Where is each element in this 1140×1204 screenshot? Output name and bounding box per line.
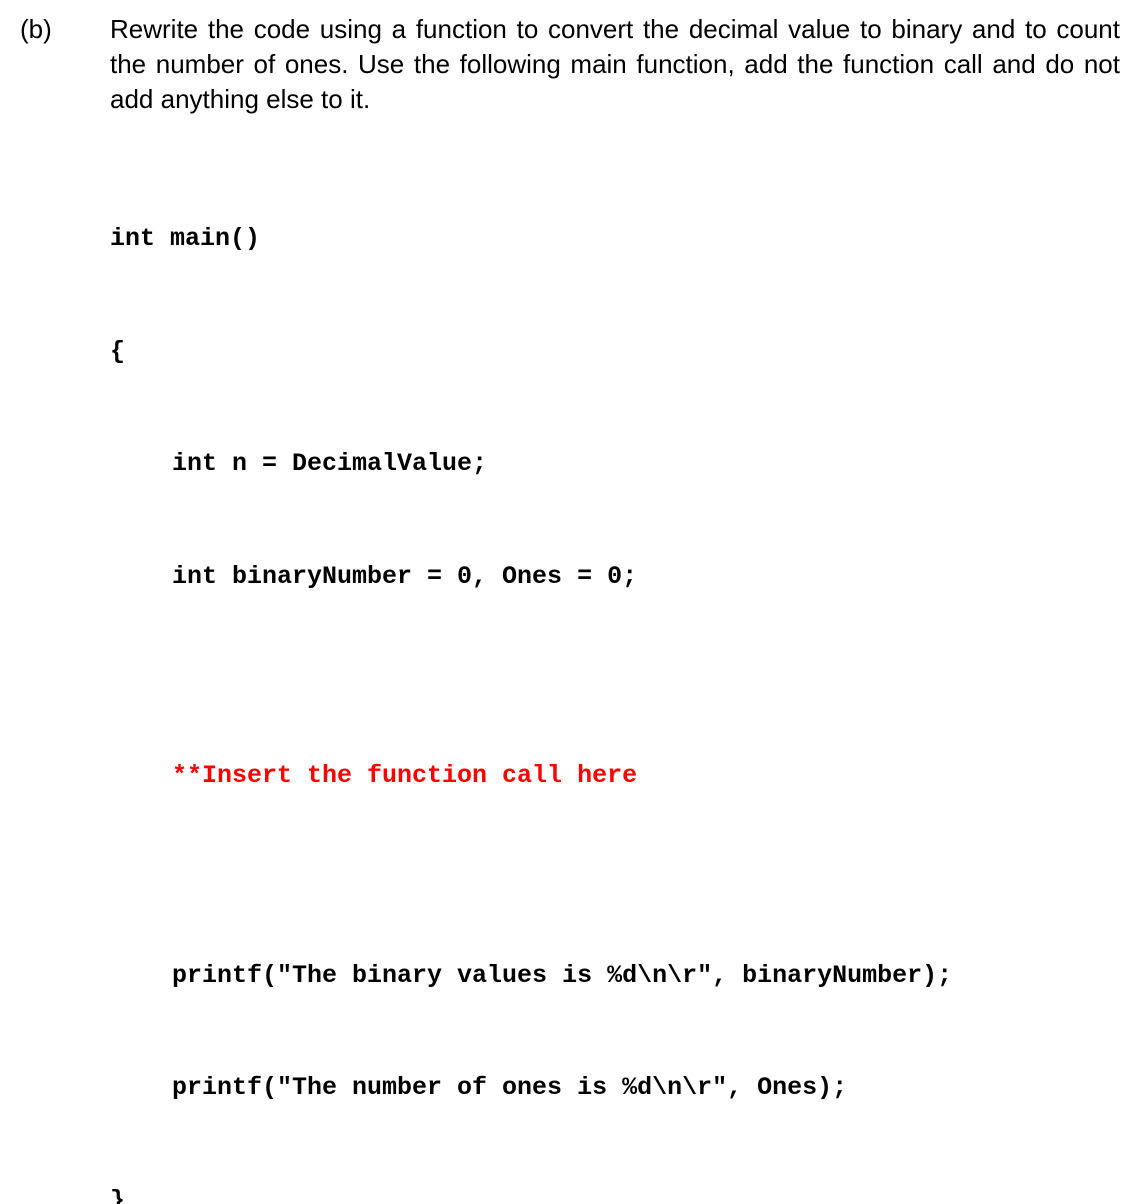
question-b-block: (b) Rewrite the code using a function to… — [20, 12, 1120, 1204]
code-spacer-1 — [110, 670, 1120, 682]
code-line-1: int main() — [110, 220, 1120, 258]
code-line-2: { — [110, 333, 1120, 371]
code-line-7: printf("The number of ones is %d\n\r", O… — [110, 1069, 1120, 1107]
code-line-4: int binaryNumber = 0, Ones = 0; — [110, 558, 1120, 596]
code-line-3: int n = DecimalValue; — [110, 445, 1120, 483]
code-line-6: printf("The binary values is %d\n\r", bi… — [110, 957, 1120, 995]
question-b-label: (b) — [20, 12, 110, 45]
code-line-8: } — [110, 1182, 1120, 1204]
question-b-content: Rewrite the code using a function to con… — [110, 12, 1120, 1204]
question-b-instruction: Rewrite the code using a function to con… — [110, 12, 1120, 117]
code-spacer-2 — [110, 870, 1120, 882]
code-line-insert: **Insert the function call here — [110, 757, 1120, 795]
code-block: int main() { int n = DecimalValue; int b… — [110, 145, 1120, 1204]
